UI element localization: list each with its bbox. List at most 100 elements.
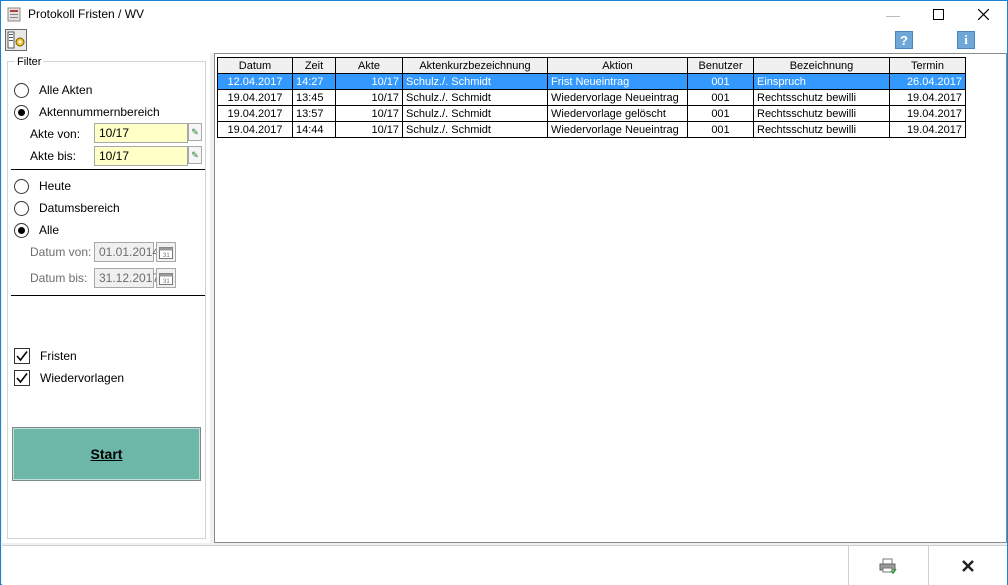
cell-datum: 12.04.2017 bbox=[217, 73, 293, 90]
svg-text:31: 31 bbox=[163, 279, 170, 285]
column-header[interactable]: Zeit bbox=[292, 57, 336, 74]
maximize-icon bbox=[932, 9, 944, 20]
close-icon bbox=[962, 560, 974, 572]
close-x-icon bbox=[977, 9, 989, 20]
window-close-button[interactable] bbox=[961, 1, 1005, 28]
cell-benutzer: 001 bbox=[687, 121, 754, 138]
akte-bis-pin-icon[interactable]: ✎ bbox=[188, 146, 202, 164]
cell-zeit: 14:44 bbox=[292, 121, 336, 138]
cell-aktenkurzbezeichnung: Schulz./. Schmidt bbox=[402, 73, 548, 90]
radio-datumsbereich-label: Datumsbereich bbox=[39, 201, 120, 215]
akte-bis-label: Akte bis: bbox=[30, 149, 77, 163]
cell-aktion: Wiedervorlage gelöscht bbox=[547, 105, 688, 122]
radio-alle[interactable]: Alle bbox=[14, 221, 59, 239]
cell-datum: 19.04.2017 bbox=[217, 89, 293, 106]
radio-circle[interactable] bbox=[14, 200, 29, 216]
table-header-row: Datum Zeit Akte Aktenkurzbezeichnung Akt… bbox=[217, 57, 966, 74]
radio-circle[interactable] bbox=[14, 178, 29, 194]
cell-termin: 26.04.2017 bbox=[889, 73, 966, 90]
cell-aktion: Wiedervorlage Neueintrag bbox=[547, 121, 688, 138]
akte-bis-input[interactable]: 10/17 bbox=[94, 146, 188, 166]
cell-bezeichnung: Rechtsschutz bewilli bbox=[753, 105, 890, 122]
column-header[interactable]: Termin bbox=[889, 57, 966, 74]
window-title: Protokoll Fristen / WV bbox=[28, 7, 145, 21]
checkbox-box[interactable] bbox=[14, 370, 30, 386]
datum-von-label: Datum von: bbox=[30, 245, 92, 259]
cell-termin: 19.04.2017 bbox=[889, 121, 966, 138]
cell-zeit: 13:45 bbox=[292, 89, 336, 106]
datum-bis-calendar-icon: 31 bbox=[156, 268, 176, 288]
checkbox-fristen-label: Fristen bbox=[40, 349, 77, 363]
results-table: Datum Zeit Akte Aktenkurzbezeichnung Akt… bbox=[217, 57, 966, 138]
main-window: Protokoll Fristen / WV — ? i Filter Alle… bbox=[0, 0, 1008, 585]
cell-datum: 19.04.2017 bbox=[217, 105, 293, 122]
column-header[interactable]: Akte bbox=[335, 57, 403, 74]
maximize-button[interactable] bbox=[916, 1, 960, 28]
radio-aktennummernbereich-label: Aktennummernbereich bbox=[39, 105, 160, 119]
cell-termin: 19.04.2017 bbox=[889, 105, 966, 122]
column-header[interactable]: Bezeichnung bbox=[753, 57, 890, 74]
minimize-button[interactable]: — bbox=[871, 1, 915, 28]
column-header[interactable]: Benutzer bbox=[687, 57, 754, 74]
checkmark-icon bbox=[16, 351, 28, 362]
radio-datumsbereich[interactable]: Datumsbereich bbox=[14, 199, 120, 217]
checkbox-fristen[interactable]: Fristen bbox=[14, 347, 77, 365]
radio-circle-checked[interactable] bbox=[14, 104, 29, 120]
info-icon[interactable]: i bbox=[957, 31, 975, 49]
cell-datum: 19.04.2017 bbox=[217, 121, 293, 138]
akte-von-label: Akte von: bbox=[30, 127, 81, 141]
datum-von-input: 01.01.2014 bbox=[94, 242, 159, 262]
cell-zeit: 14:27 bbox=[292, 73, 336, 90]
table-row[interactable]: 19.04.2017 14:44 10/17 Schulz./. Schmidt… bbox=[217, 121, 966, 138]
print-button[interactable] bbox=[848, 546, 927, 585]
checkbox-wiedervorlagen[interactable]: Wiedervorlagen bbox=[14, 369, 124, 387]
cell-aktenkurzbezeichnung: Schulz./. Schmidt bbox=[402, 105, 548, 122]
close-button[interactable] bbox=[928, 546, 1007, 585]
table-row-selected[interactable]: 12.04.2017 14:27 10/17 Schulz./. Schmidt… bbox=[217, 73, 966, 90]
radio-circle[interactable] bbox=[14, 82, 29, 98]
cell-benutzer: 001 bbox=[687, 105, 754, 122]
cell-zeit: 13:57 bbox=[292, 105, 336, 122]
minimize-icon: — bbox=[886, 6, 900, 23]
cell-termin: 19.04.2017 bbox=[889, 89, 966, 106]
datum-von-calendar-icon: 31 bbox=[156, 242, 176, 262]
table-row[interactable]: 19.04.2017 13:57 10/17 Schulz./. Schmidt… bbox=[217, 105, 966, 122]
title-bar: Protokoll Fristen / WV — bbox=[1, 1, 1007, 28]
cell-benutzer: 001 bbox=[687, 73, 754, 90]
radio-alle-akten-label: Alle Akten bbox=[39, 83, 93, 97]
akte-von-input[interactable]: 10/17 bbox=[94, 123, 188, 143]
separator-1 bbox=[11, 169, 205, 170]
table-row[interactable]: 19.04.2017 13:45 10/17 Schulz./. Schmidt… bbox=[217, 89, 966, 106]
printer-icon bbox=[879, 558, 897, 574]
akte-von-pin-icon[interactable]: ✎ bbox=[188, 123, 202, 141]
column-header[interactable]: Aktion bbox=[547, 57, 688, 74]
radio-heute-label: Heute bbox=[39, 179, 72, 193]
checkmark-icon bbox=[16, 373, 28, 384]
svg-text:31: 31 bbox=[163, 253, 170, 259]
column-header[interactable]: Aktenkurzbezeichnung bbox=[402, 57, 548, 74]
cell-aktenkurzbezeichnung: Schulz./. Schmidt bbox=[402, 89, 548, 106]
cell-bezeichnung: Rechtsschutz bewilli bbox=[753, 121, 890, 138]
bottom-bar bbox=[2, 545, 1007, 585]
help-icon[interactable]: ? bbox=[895, 31, 913, 49]
cell-akte: 10/17 bbox=[335, 89, 403, 106]
datum-bis-input: 31.12.2017 bbox=[94, 268, 159, 288]
datum-bis-label: Datum bis: bbox=[30, 271, 88, 285]
radio-aktennummernbereich[interactable]: Aktennummernbereich bbox=[14, 103, 160, 121]
cell-akte: 10/17 bbox=[335, 121, 403, 138]
radio-alle-label: Alle bbox=[39, 223, 60, 237]
cell-akte: 10/17 bbox=[335, 73, 403, 90]
cell-bezeichnung: Rechtsschutz bewilli bbox=[753, 89, 890, 106]
toolbar: ? i bbox=[1, 28, 1007, 53]
cell-aktion: Wiedervorlage Neueintrag bbox=[547, 89, 688, 106]
column-header[interactable]: Datum bbox=[217, 57, 293, 74]
checkbox-wiedervorlagen-label: Wiedervorlagen bbox=[40, 371, 125, 385]
results-grid-area[interactable]: Datum Zeit Akte Aktenkurzbezeichnung Akt… bbox=[214, 53, 1007, 543]
radio-circle-checked[interactable] bbox=[14, 222, 29, 238]
checkbox-box[interactable] bbox=[14, 348, 30, 364]
radio-heute[interactable]: Heute bbox=[14, 177, 71, 195]
radio-alle-akten[interactable]: Alle Akten bbox=[14, 81, 92, 99]
settings-list-icon[interactable] bbox=[5, 29, 27, 51]
cell-aktenkurzbezeichnung: Schulz./. Schmidt bbox=[402, 121, 548, 138]
start-button[interactable]: Start bbox=[12, 427, 201, 481]
